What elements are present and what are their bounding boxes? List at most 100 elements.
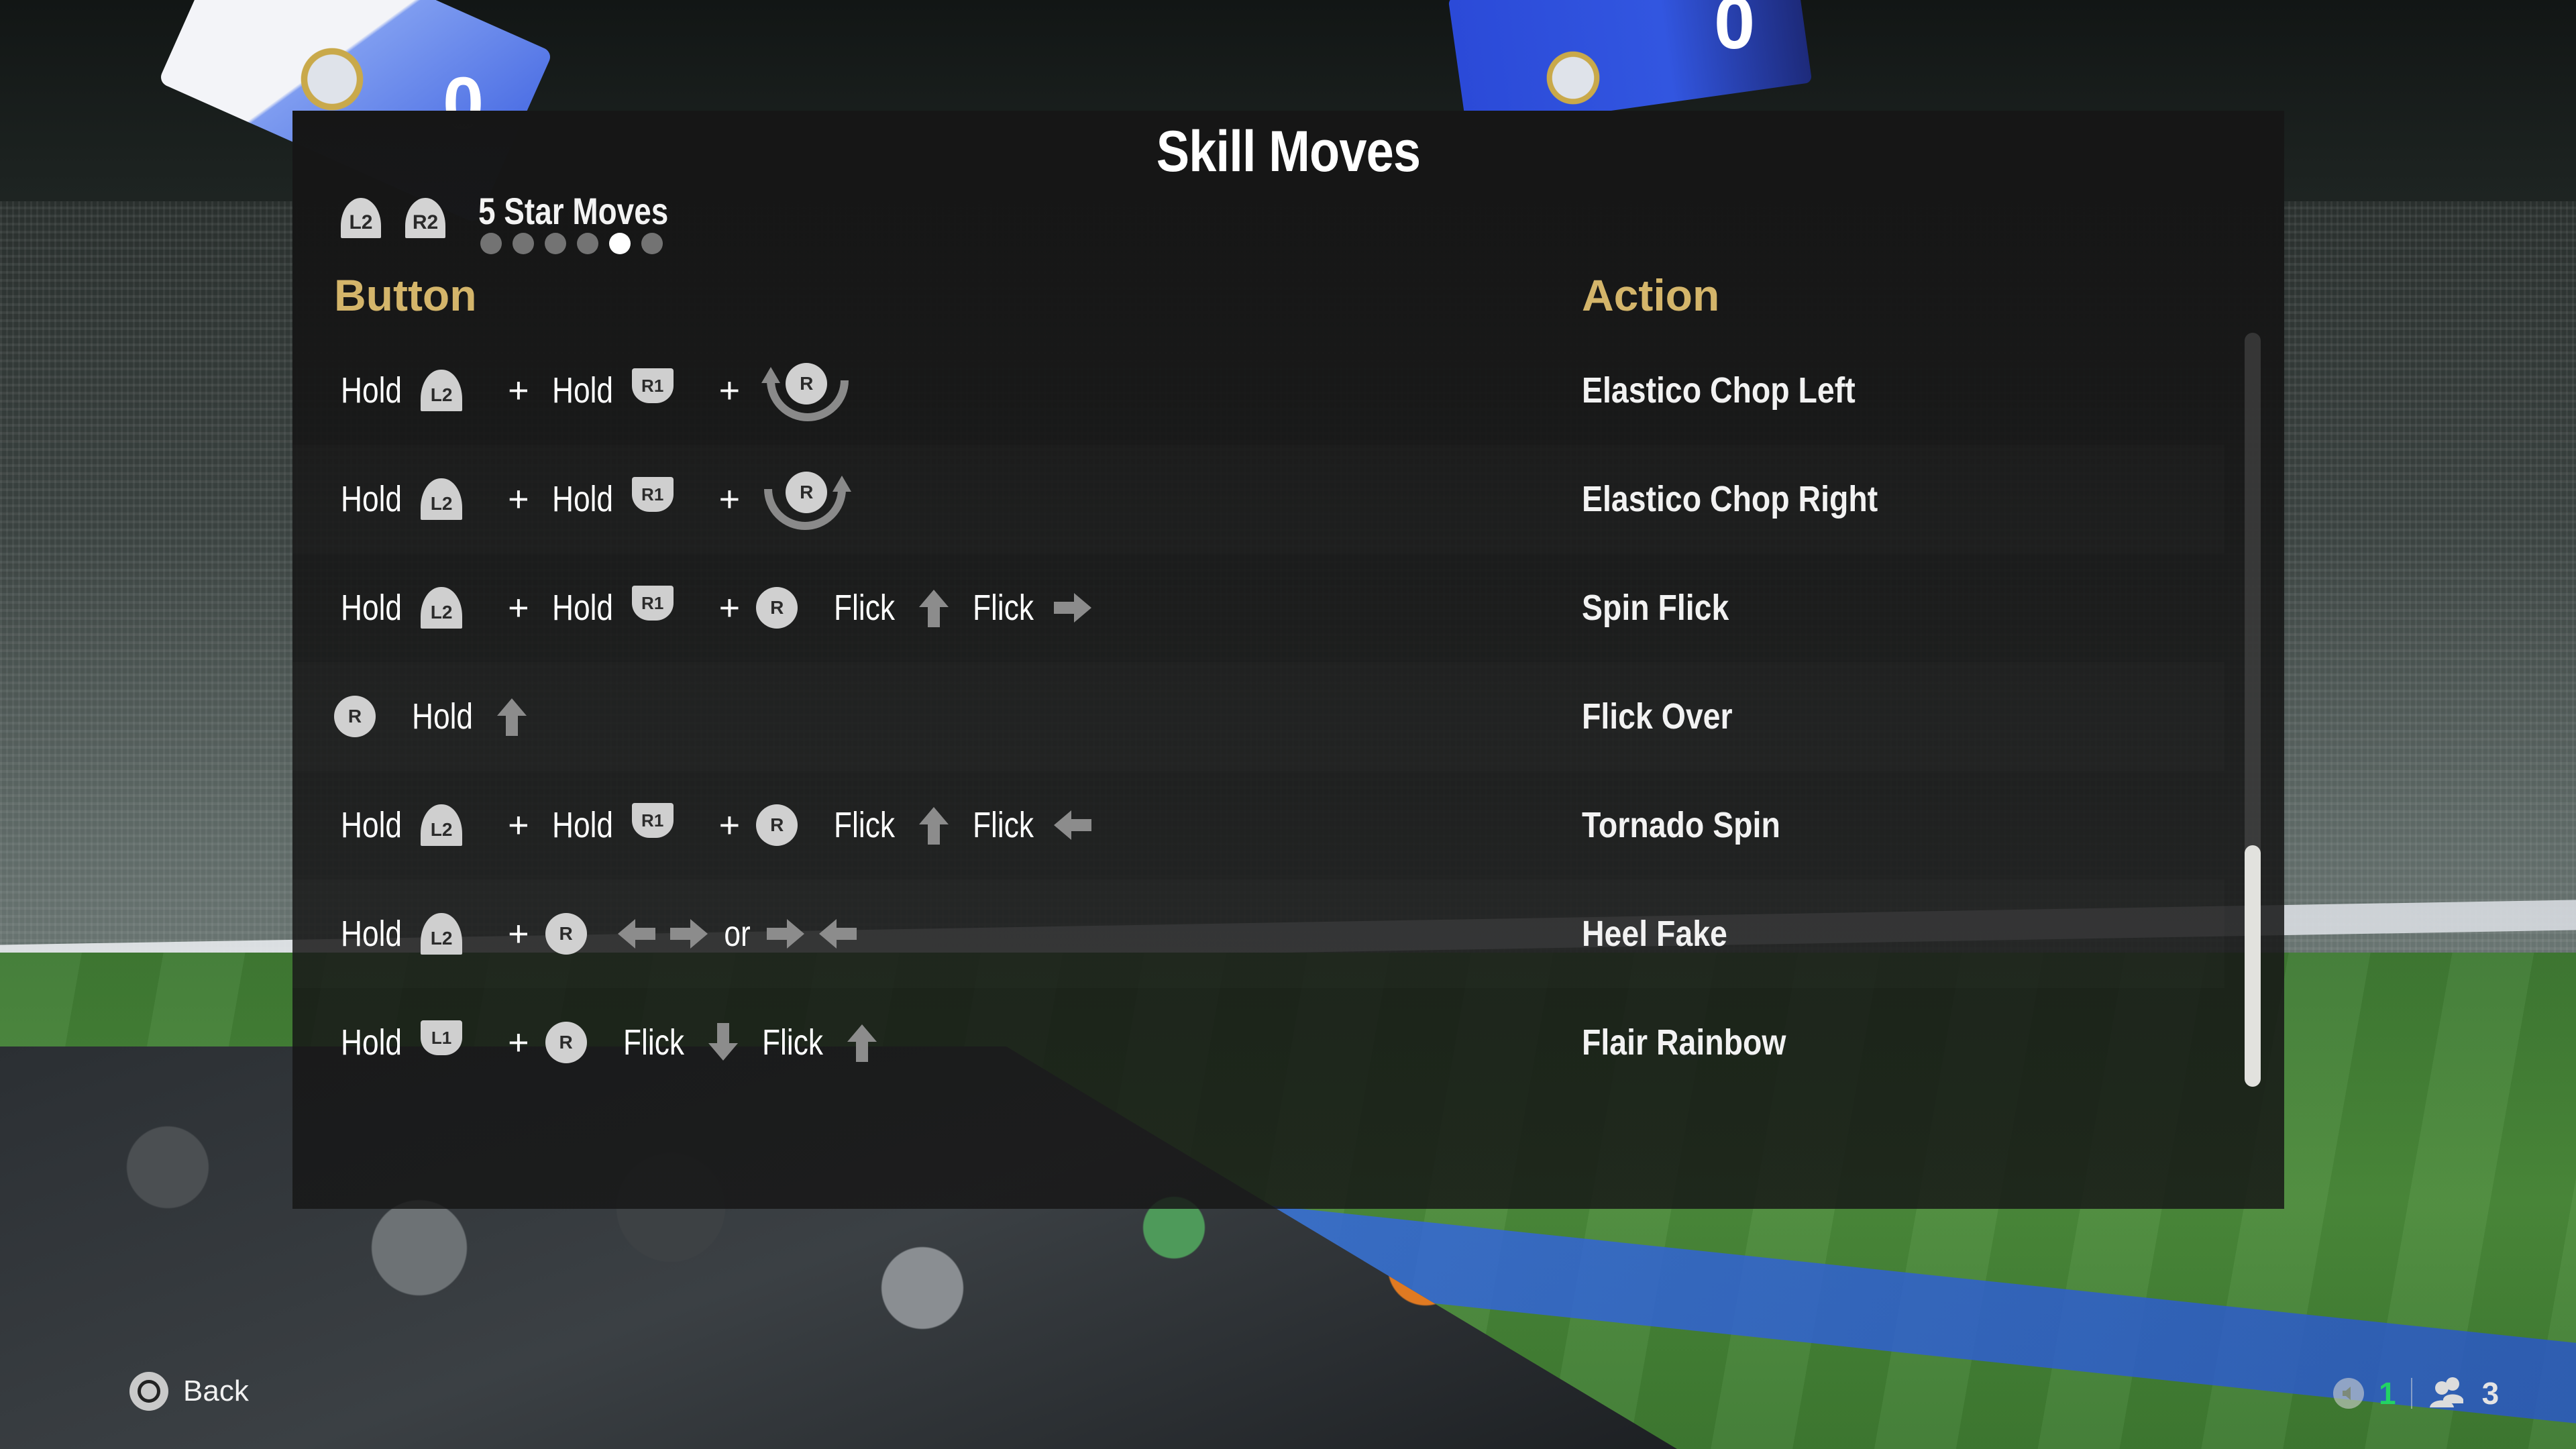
scrollbar-track[interactable]: [2245, 333, 2261, 1087]
skill-move-row: Hold L2 + Hold R1 + R Flick Flick Tornado Spin: [292, 771, 2224, 879]
arrow-right-icon: [1053, 587, 1093, 629]
next-category-r2-button[interactable]: R2: [405, 198, 445, 238]
combo-word: Flick: [973, 805, 1034, 845]
category-page-indicator: [480, 233, 663, 254]
right-stick-rotate-clockwise-right-icon: R: [756, 449, 857, 549]
combo-word: Hold: [340, 805, 402, 845]
action-name: Elastico Chop Right: [1582, 479, 1878, 519]
plus-sign: +: [508, 370, 529, 411]
l2-trigger-icon: L2: [421, 913, 463, 955]
right-stick-icon: R: [756, 804, 798, 846]
right-stick-icon: R: [545, 1022, 587, 1063]
plus-sign: +: [718, 588, 741, 628]
combo-word: Hold: [411, 696, 474, 737]
right-stick-icon: R: [786, 472, 828, 513]
plus-sign: +: [718, 370, 741, 411]
page-title: Skill Moves: [1156, 119, 1421, 184]
page-dot: [609, 233, 631, 254]
arrow-down-icon: [703, 1022, 743, 1063]
button-combo: Hold L2 + Hold R1 + R: [334, 445, 886, 553]
page-dot: [480, 233, 502, 254]
plus-sign: +: [508, 479, 529, 519]
scoreboard-score-right: 0: [1714, 0, 1756, 64]
skill-move-list: Hold L2 + Hold R1 + R Elastico Chop Left Hold L2 +…: [292, 336, 2224, 1097]
plus-sign: +: [718, 479, 741, 519]
right-stick-icon: R: [756, 587, 798, 629]
right-stick-icon: R: [786, 363, 828, 405]
skill-move-row: R Hold Flick Over: [292, 662, 2224, 771]
action-name: Spin Flick: [1582, 588, 1729, 628]
arrow-left-icon: [616, 913, 657, 955]
arrow-right-icon: [669, 913, 709, 955]
speaker-icon: [2333, 1378, 2364, 1409]
arrow-left-icon: [1053, 804, 1093, 846]
right-stick-rotate-counterclockwise-left-icon: R: [756, 340, 857, 441]
l2-trigger-icon: L2: [421, 587, 463, 629]
combo-word: or: [723, 914, 751, 954]
page-dot: [545, 233, 566, 254]
combo-word: Flick: [623, 1022, 684, 1063]
button-combo: Hold L2 + Ror: [334, 879, 870, 988]
action-name: Flick Over: [1582, 696, 1733, 737]
l2-trigger-icon: L2: [421, 478, 463, 520]
column-header-button: Button: [334, 270, 477, 320]
combo-word: Hold: [551, 479, 613, 519]
plus-sign: +: [508, 914, 529, 954]
combo-word: Hold: [551, 805, 613, 845]
skill-move-row: Hold L2 + Hold R1 + R Elastico Chop Left: [292, 336, 2224, 445]
plus-sign: +: [718, 805, 741, 845]
combo-word: Flick: [761, 1022, 823, 1063]
button-combo: Hold L2 + Hold R1 + R: [334, 336, 886, 445]
action-name: Elastico Chop Left: [1582, 370, 1856, 411]
page-dot: [641, 233, 663, 254]
combo-word: Hold: [340, 1022, 402, 1063]
l1-bumper-icon: L1: [421, 1020, 463, 1055]
plus-sign: +: [508, 588, 529, 628]
combo-word: Hold: [551, 370, 613, 411]
column-header-action: Action: [1582, 270, 1720, 320]
combo-word: Hold: [340, 588, 402, 628]
combo-word: Flick: [973, 588, 1034, 628]
skill-moves-panel: Skill Moves L2 R2 5 Star Moves Button Ac…: [292, 111, 2284, 1209]
r1-bumper-icon: R1: [631, 477, 674, 512]
page-dot: [513, 233, 534, 254]
party-count: 3: [2481, 1376, 2500, 1411]
page-dot: [577, 233, 598, 254]
combo-word: Flick: [834, 805, 896, 845]
arrow-left-icon: [818, 913, 858, 955]
back-button[interactable]: Back: [129, 1372, 249, 1411]
right-stick-icon: R: [334, 696, 376, 737]
plus-sign: +: [508, 805, 529, 845]
l2-trigger-icon: L2: [421, 804, 463, 846]
skill-move-row: Hold L1 + R Flick Flick Flair Rainbow: [292, 988, 2224, 1097]
divider: [2410, 1378, 2412, 1409]
l2-trigger-icon: L2: [421, 370, 463, 411]
arrow-up-icon: [914, 587, 954, 629]
party-icon: [2427, 1377, 2467, 1411]
button-combo: Hold L2 + Hold R1 + R Flick Flick: [334, 553, 1105, 662]
action-name: Flair Rainbow: [1582, 1022, 1786, 1063]
plus-sign: +: [508, 1022, 529, 1063]
button-combo: Hold L2 + Hold R1 + R Flick Flick: [334, 771, 1105, 879]
scrollbar-thumb[interactable]: [2245, 845, 2261, 1087]
r1-bumper-icon: R1: [631, 586, 674, 621]
right-stick-icon: R: [545, 913, 587, 955]
skill-move-row: Hold L2 + Hold R1 + R Elastico Chop Right: [292, 445, 2224, 553]
combo-word: Hold: [340, 479, 402, 519]
combo-word: Hold: [340, 370, 402, 411]
back-label: Back: [183, 1375, 249, 1407]
circle-button-icon: [129, 1372, 168, 1411]
arrow-up-icon: [914, 804, 954, 846]
button-combo: Hold L1 + R Flick Flick: [334, 988, 894, 1097]
action-name: Tornado Spin: [1582, 805, 1780, 845]
prev-category-l2-button[interactable]: L2: [341, 198, 381, 238]
arrow-up-icon: [492, 696, 532, 737]
arrow-right-icon: [765, 913, 806, 955]
button-combo: R Hold: [334, 662, 544, 771]
session-status: 1 3: [2333, 1375, 2499, 1411]
combo-word: Hold: [551, 588, 613, 628]
action-name: Heel Fake: [1582, 914, 1727, 954]
r1-bumper-icon: R1: [631, 803, 674, 838]
voice-count: 1: [2379, 1376, 2396, 1411]
category-label: 5 Star Moves: [478, 190, 669, 232]
